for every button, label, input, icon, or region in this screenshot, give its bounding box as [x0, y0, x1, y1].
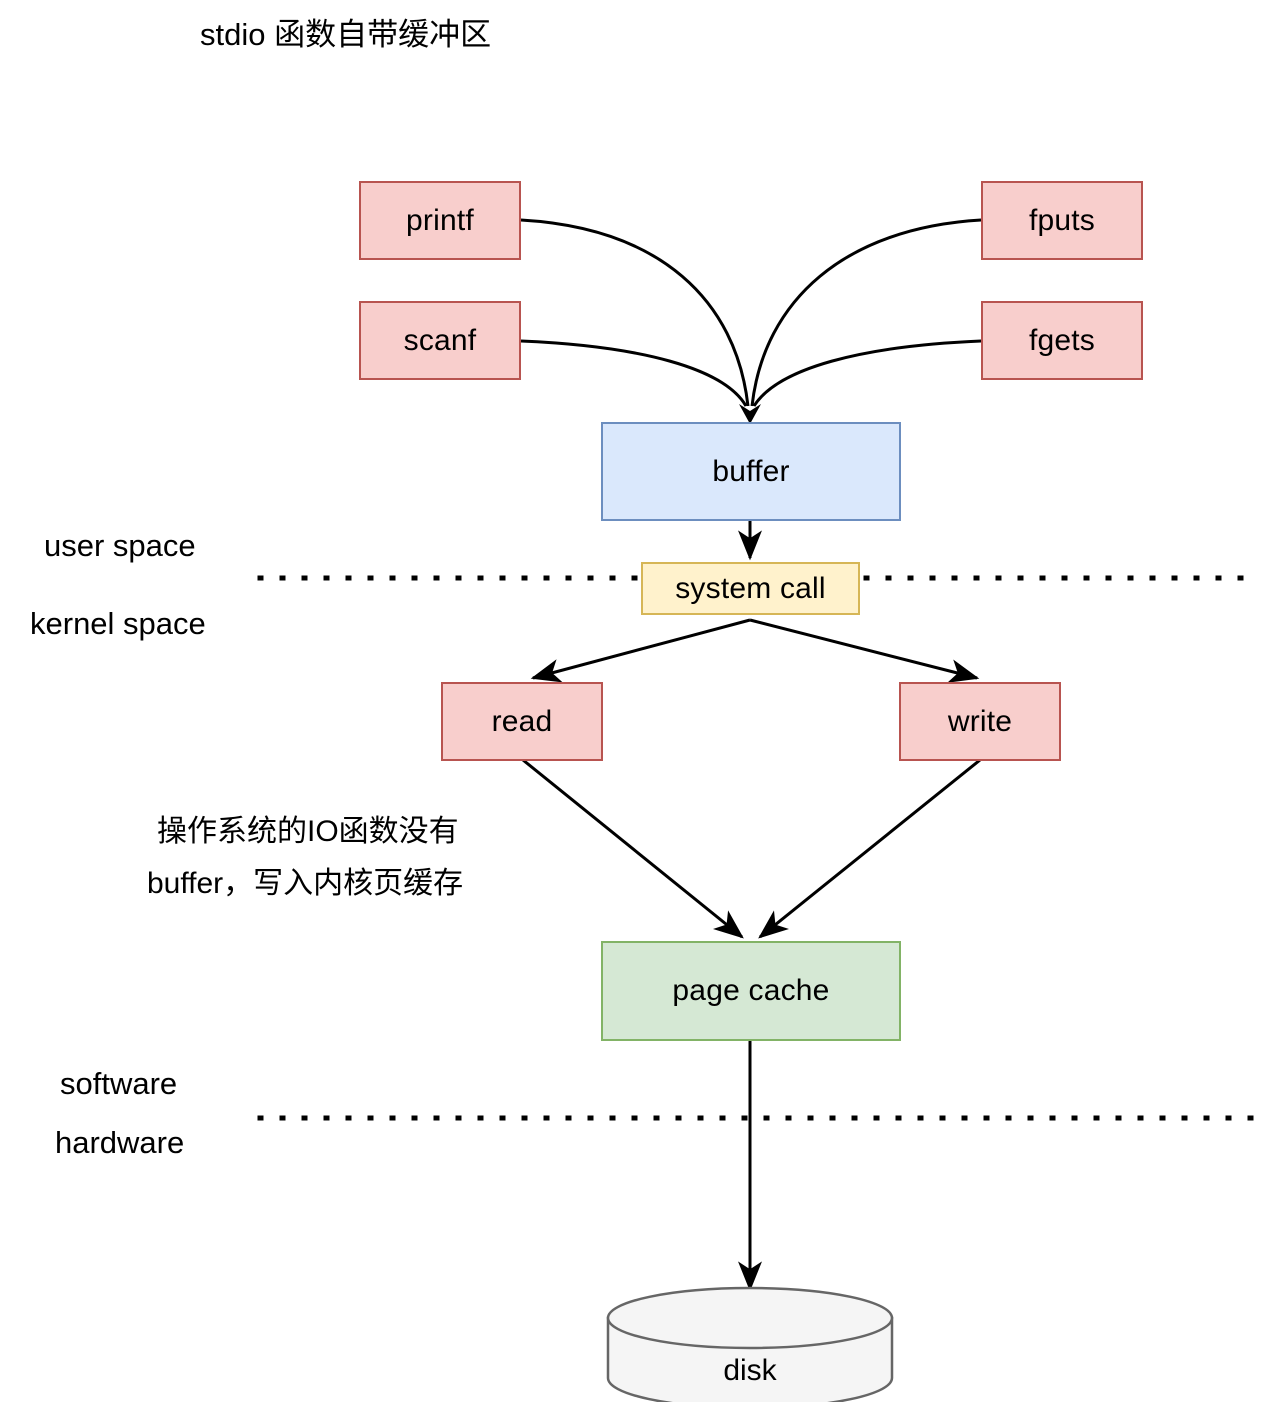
node-buffer-label: buffer — [712, 454, 790, 488]
edge-fputs-buffer — [750, 218, 982, 407]
node-page-cache[interactable]: page cache — [601, 941, 901, 1041]
node-page-cache-label: page cache — [672, 974, 830, 1007]
node-write-label: write — [947, 704, 1013, 738]
node-fgets[interactable]: fgets — [981, 301, 1143, 380]
label-user-space: user space — [44, 528, 196, 563]
annotation-io-no-buffer-line2: buffer，写入内核页缓存 — [147, 867, 464, 900]
label-hardware: hardware — [55, 1125, 185, 1160]
node-system-call[interactable]: system call — [641, 562, 860, 615]
edge-write-pagecache — [758, 758, 981, 939]
node-disk-label: disk — [723, 1354, 777, 1387]
label-kernel-space: kernel space — [30, 606, 206, 641]
edge-syscall-write — [749, 618, 980, 683]
diagram-canvas: stdio 函数自带缓冲区 printf fputs scanf fgets b… — [0, 0, 1266, 1402]
node-scanf-label: scanf — [403, 323, 477, 357]
edge-read-pagecache — [522, 758, 744, 939]
node-printf-label: printf — [406, 203, 474, 237]
edge-scanf-buffer — [520, 339, 748, 407]
node-scanf[interactable]: scanf — [359, 301, 521, 380]
node-fputs[interactable]: fputs — [981, 181, 1143, 260]
node-fputs-label: fputs — [1028, 203, 1096, 237]
node-disk[interactable]: disk — [608, 1288, 892, 1402]
node-write[interactable]: write — [899, 682, 1061, 761]
node-printf[interactable]: printf — [359, 181, 521, 260]
node-system-call-label: system call — [675, 571, 826, 605]
node-fgets-label: fgets — [1028, 323, 1096, 357]
edge-stdio-buffer-arrowhead — [739, 404, 761, 424]
diagram-title: stdio 函数自带缓冲区 — [200, 17, 492, 52]
annotation-io-no-buffer-line1: 操作系统的IO函数没有 — [157, 815, 459, 848]
label-software: software — [60, 1066, 178, 1101]
node-buffer[interactable]: buffer — [601, 422, 901, 521]
node-read-label: read — [491, 704, 553, 738]
edge-fgets-buffer — [752, 339, 982, 407]
edge-syscall-read — [530, 618, 751, 683]
node-read[interactable]: read — [441, 682, 603, 761]
edge-printf-buffer — [520, 218, 750, 407]
